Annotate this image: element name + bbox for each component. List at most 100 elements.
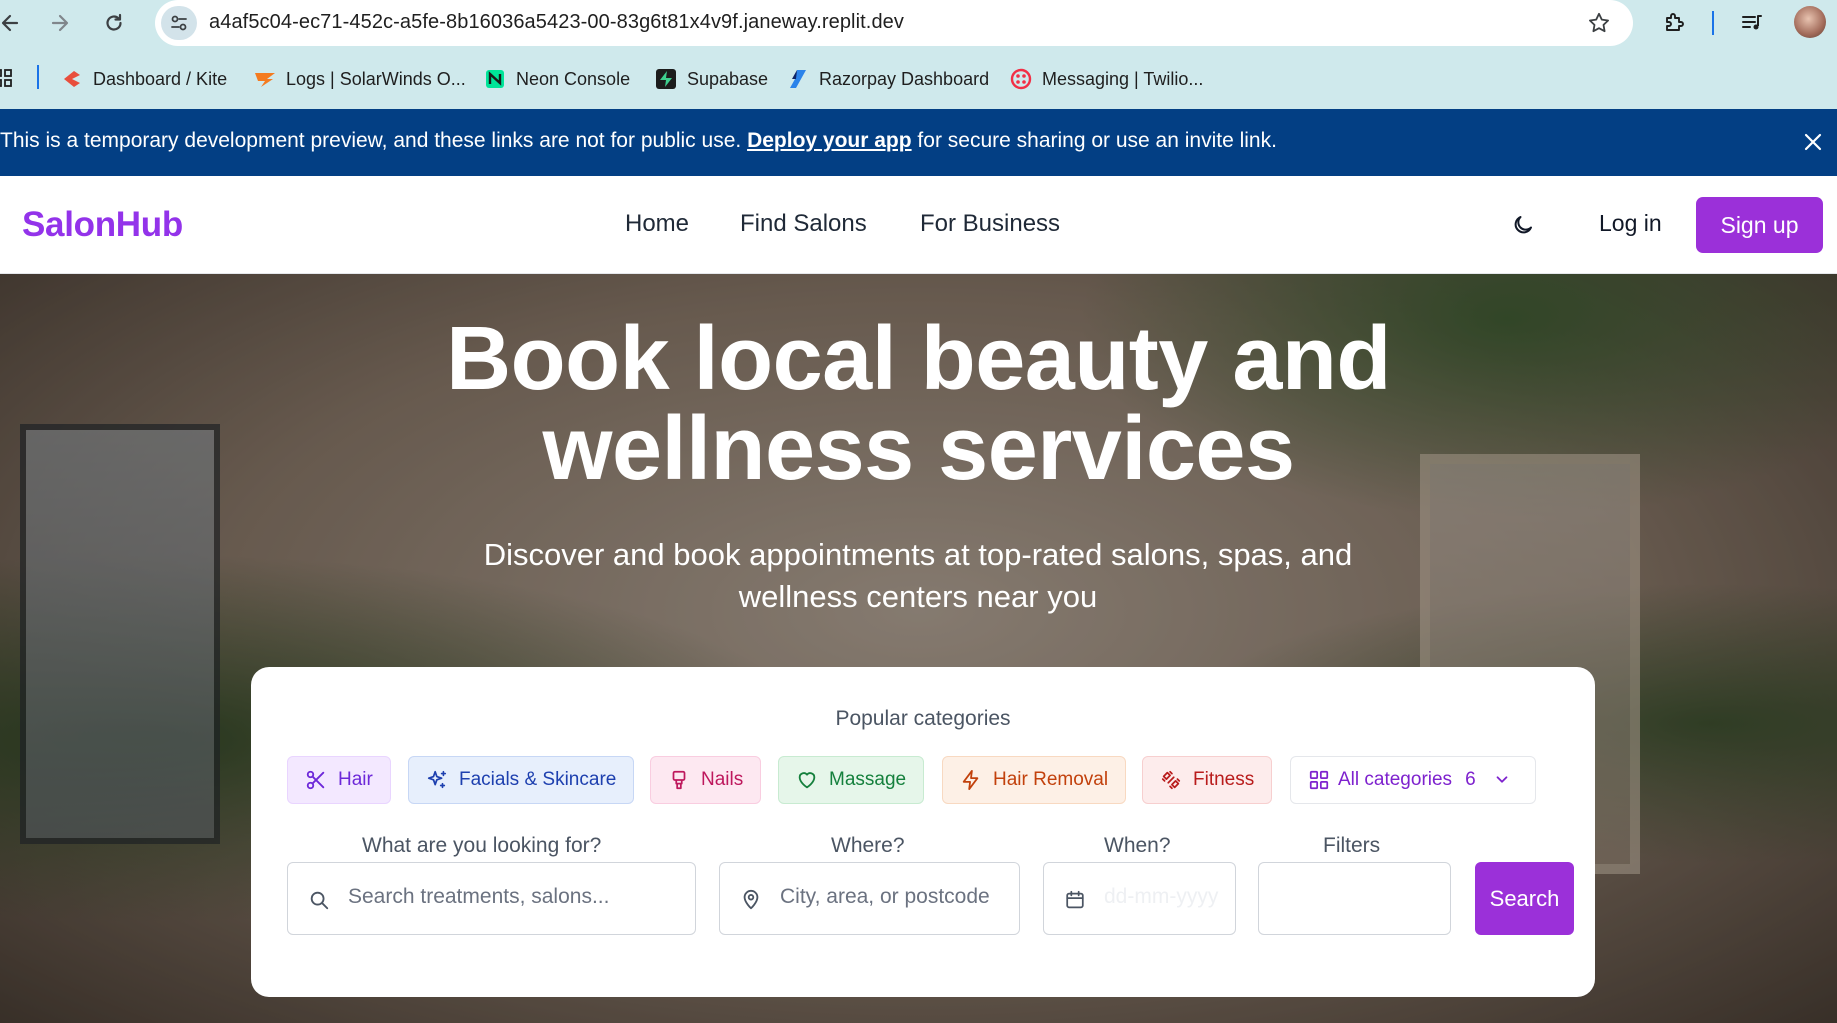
browser-chrome: a4af5c04-ec71-452c-a5fe-8b16036a5423-00-… <box>0 0 1837 109</box>
search-placeholder: Search treatments, salons... <box>348 885 610 908</box>
nail-polish-icon <box>668 769 690 791</box>
nav-home[interactable]: Home <box>625 210 689 238</box>
media-control-button[interactable] <box>1736 8 1768 38</box>
queue-music-icon <box>1742 15 1762 30</box>
hero-title: Book local beauty and wellness services <box>0 314 1837 494</box>
scissors-icon <box>305 769 327 791</box>
search-icon <box>306 887 332 913</box>
bookmark-label: Razorpay Dashboard <box>819 68 990 89</box>
zap-icon <box>960 769 982 791</box>
reload-icon <box>106 13 122 31</box>
category-massage[interactable]: Massage <box>778 756 925 804</box>
bookmark-twilio[interactable]: Messaging | Twilio... <box>1010 64 1203 94</box>
site-info-button[interactable] <box>161 6 197 40</box>
filters-button[interactable] <box>1258 862 1451 935</box>
bookmark-neon[interactable]: Neon Console <box>484 64 630 94</box>
deploy-link[interactable]: Deploy your app <box>747 129 912 152</box>
category-label: Fitness <box>1193 769 1255 790</box>
solarwinds-icon <box>254 68 276 90</box>
reload-button[interactable] <box>98 8 130 38</box>
date-placeholder: dd-mm-yyyy <box>1104 885 1219 908</box>
categories-title: Popular categories <box>835 707 1011 730</box>
sparkles-icon <box>426 769 448 791</box>
bookmarks-separator <box>37 65 39 89</box>
category-hair-removal[interactable]: Hair Removal <box>942 756 1127 804</box>
calendar-icon <box>1062 887 1088 913</box>
forward-button[interactable] <box>44 8 76 38</box>
heart-icon <box>796 769 818 791</box>
arrow-right-icon <box>51 14 69 32</box>
neon-icon <box>484 68 506 90</box>
login-link[interactable]: Log in <box>1599 210 1662 237</box>
bookmark-label: Neon Console <box>516 68 631 89</box>
logo[interactable]: SalonHub <box>22 205 183 245</box>
profile-avatar[interactable] <box>1794 6 1826 38</box>
bookmark-kite[interactable]: Dashboard / Kite <box>61 64 227 94</box>
where-label: Where? <box>831 834 905 857</box>
hero-subtitle-line2: wellness centers near you <box>738 579 1098 614</box>
toolbar-separator <box>1712 11 1714 35</box>
star-icon <box>1589 12 1609 33</box>
address-bar-row: a4af5c04-ec71-452c-a5fe-8b16036a5423-00-… <box>0 0 1837 46</box>
theme-toggle-button[interactable] <box>1508 210 1538 240</box>
bookmark-label: Messaging | Twilio... <box>1042 68 1204 89</box>
banner-text: This is a temporary development preview,… <box>0 129 1277 153</box>
banner-text-after: for secure sharing or use an invite link… <box>911 129 1277 152</box>
when-label: When? <box>1104 834 1171 857</box>
category-label: Facials & Skincare <box>459 769 617 790</box>
all-categories-count: 6 <box>1465 769 1476 790</box>
chevron-down-icon <box>1491 769 1513 791</box>
url-text[interactable]: a4af5c04-ec71-452c-a5fe-8b16036a5423-00-… <box>209 11 904 34</box>
hero-section: Book local beauty and wellness services … <box>0 274 1837 1023</box>
apps-button[interactable] <box>0 64 14 94</box>
kite-icon <box>61 68 83 90</box>
date-input[interactable]: dd-mm-yyyy <box>1043 862 1236 935</box>
filters-label: Filters <box>1323 834 1381 857</box>
bookmark-razorpay[interactable]: Razorpay Dashboard <box>787 64 989 94</box>
bookmark-label: Dashboard / Kite <box>93 68 228 89</box>
banner-text-before: This is a temporary development preview,… <box>0 129 748 152</box>
bookmark-solarwinds[interactable]: Logs | SolarWinds O... <box>254 64 466 94</box>
category-fitness[interactable]: Fitness <box>1142 756 1273 804</box>
bookmark-supabase[interactable]: Supabase <box>655 64 768 94</box>
map-pin-icon <box>738 887 764 913</box>
all-categories-dropdown[interactable]: All categories 6 <box>1290 756 1536 804</box>
nav-for-business[interactable]: For Business <box>920 210 1060 238</box>
razorpay-icon <box>787 68 809 90</box>
nav-find-salons[interactable]: Find Salons <box>740 210 867 238</box>
bookmark-label: Supabase <box>687 68 769 89</box>
all-categories-label: All categories <box>1338 769 1453 790</box>
dumbbell-icon <box>1160 769 1182 791</box>
category-hair[interactable]: Hair <box>287 756 391 804</box>
bookmarks-bar: Dashboard / Kite Logs | SolarWinds O... … <box>0 56 1837 100</box>
bookmark-star-button[interactable] <box>1585 9 1613 37</box>
hero-title-line2: wellness services <box>542 399 1295 499</box>
location-input[interactable]: City, area, or postcode <box>719 862 1020 935</box>
moon-icon <box>1514 216 1532 234</box>
hero-subtitle: Discover and book appointments at top-ra… <box>418 534 1418 618</box>
site-header: SalonHub Home Find Salons For Business L… <box>0 176 1837 274</box>
category-label: Hair <box>338 769 373 790</box>
tune-icon <box>171 15 187 31</box>
search-card: Popular categories Hair Facials & Skinca… <box>251 667 1595 997</box>
category-label: Hair Removal <box>993 769 1109 790</box>
extensions-button[interactable] <box>1658 8 1690 38</box>
close-icon <box>1804 133 1822 151</box>
arrow-left-icon <box>1 14 19 32</box>
signup-button[interactable]: Sign up <box>1696 197 1823 253</box>
hero-title-line1: Book local beauty and <box>446 309 1391 409</box>
bookmark-label: Logs | SolarWinds O... <box>286 68 466 89</box>
back-button[interactable] <box>0 8 26 38</box>
omnibox[interactable]: a4af5c04-ec71-452c-a5fe-8b16036a5423-00-… <box>155 0 1633 46</box>
category-label: Massage <box>829 769 907 790</box>
puzzle-icon <box>1666 13 1684 31</box>
grid-icon <box>1308 769 1330 791</box>
search-button[interactable]: Search <box>1475 862 1574 935</box>
banner-close-button[interactable] <box>1799 128 1827 156</box>
category-nails[interactable]: Nails <box>650 756 762 804</box>
location-placeholder: City, area, or postcode <box>780 885 990 908</box>
search-input[interactable]: Search treatments, salons... <box>287 862 696 935</box>
supabase-icon <box>655 68 677 90</box>
category-facials-skincare[interactable]: Facials & Skincare <box>408 756 635 804</box>
hero-subtitle-line1: Discover and book appointments at top-ra… <box>483 537 1353 572</box>
